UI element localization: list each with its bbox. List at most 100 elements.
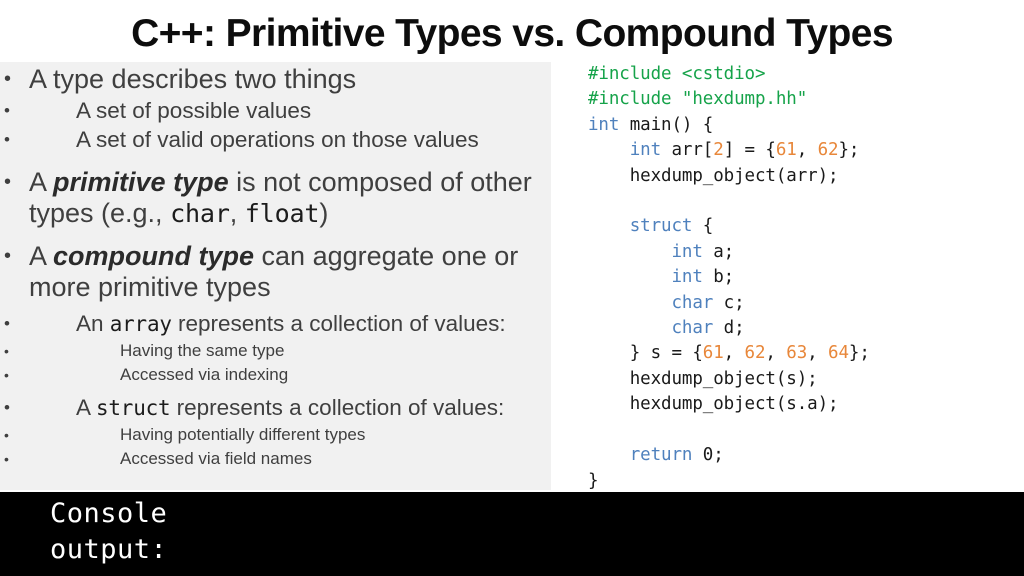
- code-token: return: [629, 445, 693, 466]
- bullet-text: A set of possible values: [76, 98, 312, 123]
- bullet-text: A compound type can aggregate one or mor…: [29, 241, 545, 303]
- text-fragment: A: [29, 167, 54, 197]
- code-token: char: [671, 292, 714, 313]
- code-token: int: [671, 267, 703, 288]
- bullet-glyph-icon: •: [4, 101, 10, 120]
- code-token: 64: [828, 343, 849, 364]
- bullet-content-panel: • A type describes two things • A set of…: [0, 62, 551, 490]
- text-fragment: ): [319, 198, 329, 228]
- slide-canvas: C++: Primitive Types vs. Compound Types …: [0, 0, 1024, 576]
- code-token: struct: [629, 216, 693, 237]
- bullet-glyph-icon: •: [4, 171, 12, 193]
- code-token: ,: [723, 343, 745, 364]
- code-token: main() {: [619, 114, 714, 135]
- bullet-text: An array represents a collection of valu…: [76, 310, 545, 338]
- code-token: d;: [713, 318, 745, 339]
- code-token: ,: [807, 343, 829, 364]
- code-token: arr[: [661, 140, 714, 161]
- code-token: hexdump_object(s);: [588, 368, 818, 389]
- bullet-text: A primitive type is not composed of othe…: [29, 167, 545, 229]
- console-output-bar: Console output: 7ffc72c1cc08 3d 00 00 00…: [0, 492, 1024, 576]
- code-token: }: [588, 470, 599, 491]
- bullet-text: Accessed via indexing: [120, 365, 289, 384]
- code-token: 63: [786, 343, 808, 364]
- code-token: b;: [702, 267, 735, 288]
- code-token: 2: [713, 140, 724, 161]
- text-fragment: An: [76, 311, 110, 336]
- bullet-text: A struct represents a collection of valu…: [76, 394, 545, 422]
- text-fragment: A: [29, 241, 54, 271]
- code-token: char: [671, 318, 714, 339]
- bullet-text: A set of valid operations on those value…: [76, 127, 479, 152]
- bullet-glyph-icon: •: [4, 367, 9, 383]
- code-token: ,: [796, 140, 818, 161]
- bullet-glyph-icon: •: [4, 130, 10, 149]
- page-title: C++: Primitive Types vs. Compound Types: [131, 12, 893, 55]
- code-token: ] = {: [723, 140, 776, 161]
- bullet-glyph-icon: •: [4, 68, 12, 90]
- code-token: } s = {: [588, 343, 703, 364]
- bullet-struct: • A struct represents a collection of va…: [4, 394, 545, 422]
- code-token: c;: [713, 292, 745, 313]
- bullet-array: • An array represents a collection of va…: [4, 310, 545, 338]
- inline-code-char: char: [170, 199, 230, 228]
- code-token: int: [629, 140, 662, 161]
- code-token: };: [848, 343, 870, 364]
- code-token: 0;: [692, 445, 724, 466]
- code-token: int: [671, 241, 703, 262]
- code-token: ,: [765, 343, 787, 364]
- bullet-array-indexing: • Accessed via indexing: [4, 363, 545, 387]
- bullet-valid-operations: • A set of valid operations on those val…: [4, 126, 545, 154]
- code-token: #include "hexdump.hh": [588, 89, 808, 110]
- bullet-glyph-icon: •: [4, 343, 9, 359]
- bullet-text: Accessed via field names: [120, 449, 312, 468]
- bullet-glyph-icon: •: [4, 245, 12, 267]
- bullet-glyph-icon: •: [4, 314, 10, 333]
- text-fragment: ,: [229, 198, 245, 228]
- code-token: a;: [702, 241, 735, 262]
- bullet-struct-field-names: • Accessed via field names: [4, 447, 545, 471]
- bullet-text: Having potentially different types: [120, 425, 366, 444]
- console-label-line2: output:: [50, 534, 168, 565]
- console-label: Console output:: [50, 496, 167, 568]
- emphasis-compound-type: compound type: [53, 241, 255, 271]
- bullet-text: A type describes two things: [29, 64, 357, 94]
- bullet-text: Having the same type: [120, 341, 285, 360]
- bullet-array-same-type: • Having the same type: [4, 339, 545, 363]
- inline-code-array: array: [109, 312, 172, 336]
- inline-code-struct: struct: [96, 396, 171, 420]
- bullet-glyph-icon: •: [4, 398, 10, 417]
- code-token: };: [838, 140, 860, 161]
- code-token: hexdump_object(arr);: [588, 165, 839, 186]
- code-token: 61: [775, 140, 797, 161]
- code-token: int: [588, 114, 620, 135]
- code-token: 62: [817, 140, 839, 161]
- bullet-glyph-icon: •: [4, 427, 9, 443]
- code-panel: #include <cstdio> #include "hexdump.hh" …: [551, 56, 1024, 491]
- code-token: 61: [702, 343, 724, 364]
- bullet-possible-values: • A set of possible values: [4, 97, 545, 125]
- code-token: #include <cstdio>: [588, 64, 766, 84]
- bullet-type-describes: • A type describes two things: [4, 64, 545, 95]
- console-label-line1: Console: [50, 498, 168, 529]
- bullet-struct-different-types: • Having potentially different types: [4, 423, 545, 447]
- source-code-block: #include <cstdio> #include "hexdump.hh" …: [551, 56, 1024, 494]
- bullet-primitive-type: • A primitive type is not composed of ot…: [4, 167, 545, 229]
- code-token: {: [692, 216, 714, 237]
- code-token: 62: [744, 343, 766, 364]
- bullet-list: • A type describes two things • A set of…: [4, 64, 545, 471]
- text-fragment: represents a collection of values:: [171, 311, 506, 336]
- bullet-glyph-icon: •: [4, 451, 9, 467]
- text-fragment: represents a collection of values:: [170, 395, 505, 420]
- emphasis-primitive-type: primitive type: [53, 167, 229, 197]
- code-token: hexdump_object(s.a);: [588, 394, 839, 415]
- text-fragment: A: [76, 395, 97, 420]
- inline-code-float: float: [244, 199, 320, 228]
